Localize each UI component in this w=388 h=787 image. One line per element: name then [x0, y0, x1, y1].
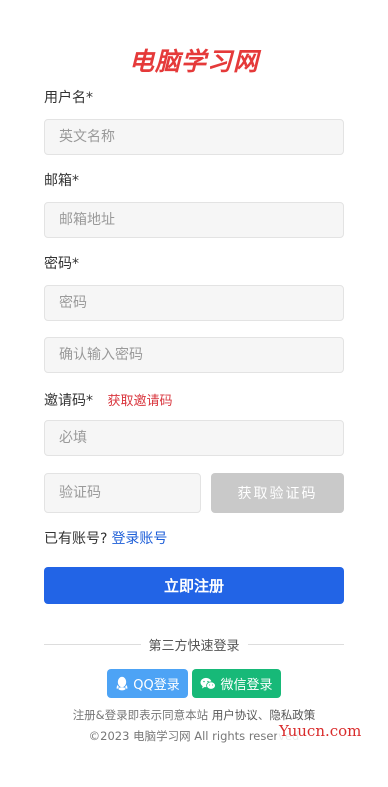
invite-label: 邀请码* — [44, 393, 93, 409]
login-link[interactable]: 登录账号 — [111, 531, 167, 547]
email-input[interactable] — [44, 202, 344, 238]
agree-prefix: 注册&登录即表示同意本站 — [72, 708, 209, 722]
watermark: Yuucn.com — [277, 722, 364, 740]
register-page: 电脑学习网 用户名* 邮箱* 密码* 邀请码* 获取邀请码 获取验证码 已有账号… — [0, 0, 388, 787]
qq-icon — [115, 676, 129, 691]
get-invite-code-link[interactable]: 获取邀请码 — [107, 394, 172, 409]
wechat-login-label: 微信登录 — [220, 678, 273, 693]
qq-login-button[interactable]: QQ登录 — [107, 669, 188, 698]
site-logo[interactable]: 电脑学习网 — [0, 44, 388, 80]
password-label: 密码* — [44, 256, 79, 272]
agreement-text: 注册&登录即表示同意本站 用户协议、隐私政策 — [0, 707, 388, 723]
divider-line-left — [44, 643, 141, 645]
qq-login-label: QQ登录 — [133, 678, 180, 693]
divider-line-right — [247, 643, 345, 645]
privacy-link[interactable]: 隐私政策 — [269, 708, 315, 722]
have-account-row: 已有账号? 登录账号 — [44, 529, 167, 549]
get-captcha-button[interactable]: 获取验证码 — [211, 473, 344, 513]
terms-link[interactable]: 用户协议 — [212, 708, 258, 722]
wechat-icon — [200, 677, 217, 691]
password-confirm-input[interactable] — [44, 337, 344, 373]
password-input[interactable] — [44, 285, 344, 321]
wechat-login-button[interactable]: 微信登录 — [192, 669, 281, 698]
third-party-title: 第三方快速登录 — [148, 638, 240, 654]
link-separator: 、 — [257, 708, 270, 722]
email-label: 邮箱* — [44, 173, 79, 189]
username-label: 用户名* — [44, 90, 93, 106]
invite-code-input[interactable] — [44, 420, 344, 456]
have-account-text: 已有账号? — [44, 531, 108, 547]
third-party-divider: 第三方快速登录 — [44, 634, 345, 654]
username-input[interactable] — [44, 119, 344, 155]
captcha-input[interactable] — [44, 473, 201, 513]
invite-label-row: 邀请码* 获取邀请码 — [44, 391, 172, 412]
register-submit-button[interactable]: 立即注册 — [44, 567, 344, 604]
